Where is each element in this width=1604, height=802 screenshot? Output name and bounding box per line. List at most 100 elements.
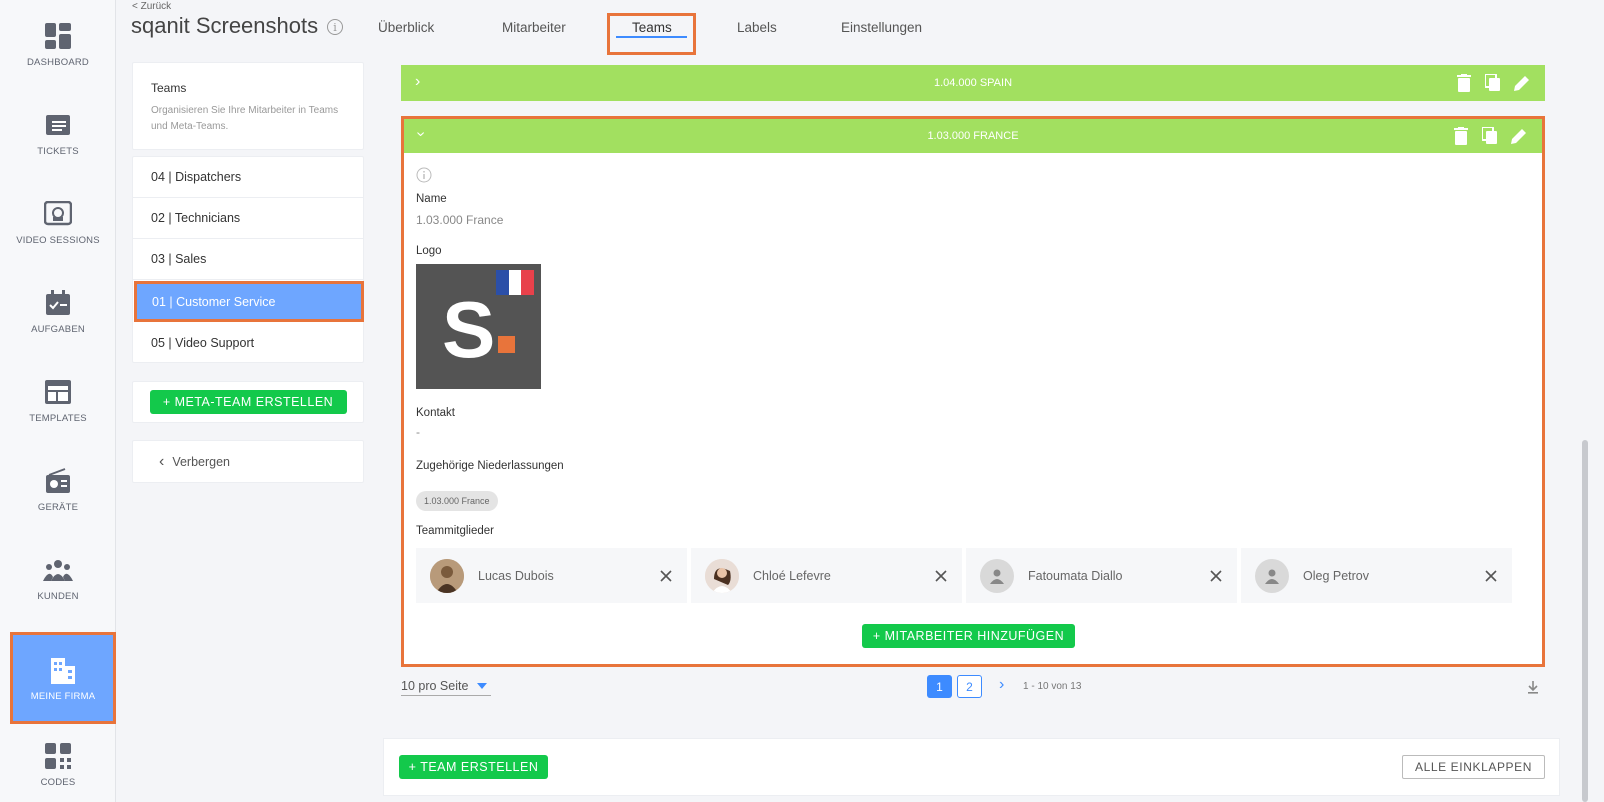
caret-down-icon (477, 683, 487, 689)
team-item-dispatchers[interactable]: 04 | Dispatchers (133, 157, 363, 198)
nav-label: DASHBOARD (27, 56, 89, 68)
members-label: Teammitglieder (416, 525, 494, 537)
expanded-team-france: › 1.03.000 FRANCE Name 1.03.000 France L… (401, 116, 1545, 667)
page-button-1[interactable]: 1 (927, 675, 952, 698)
chevron-right-icon[interactable]: › (999, 676, 1004, 694)
download-icon[interactable] (1526, 680, 1540, 694)
nav-label: MEINE FIRMA (30, 690, 96, 702)
member-card: Chloé Lefevre (691, 548, 962, 603)
tab-ueberblick[interactable]: Überblick (378, 20, 434, 35)
hide-label: Verbergen (172, 454, 231, 469)
logo-label: Logo (416, 245, 442, 257)
per-page-select[interactable]: 10 pro Seite (401, 679, 491, 696)
create-meta-team-button[interactable]: + META-TEAM ERSTELLEN (149, 390, 347, 414)
ticket-icon (43, 110, 73, 140)
member-name: Fatoumata Diallo (1028, 568, 1123, 583)
tab-mitarbeiter[interactable]: Mitarbeiter (502, 20, 566, 35)
member-name: Oleg Petrov (1303, 568, 1370, 583)
nav-label: VIDEO SESSIONS (16, 234, 100, 246)
qr-code-icon (43, 741, 73, 771)
people-icon (43, 555, 73, 585)
dashboard-icon (43, 21, 73, 51)
team-bar-title: 1.03.000 FRANCE (927, 130, 1019, 142)
nav-label: TICKETS (37, 145, 79, 157)
page-title: sqanit Screenshots (131, 13, 319, 38)
close-icon[interactable] (659, 569, 673, 583)
close-icon[interactable] (934, 569, 948, 583)
nav-item-codes[interactable]: CODES (0, 726, 116, 802)
nav-item-templates[interactable]: TEMPLATES (0, 356, 116, 444)
team-item-sales[interactable]: 03 | Sales (133, 239, 363, 280)
team-item-customer-service[interactable]: 01 | Customer Service (134, 281, 364, 322)
nav-item-tickets[interactable]: TICKETS (0, 89, 116, 177)
delete-icon[interactable] (1454, 127, 1470, 145)
nav-item-video-sessions[interactable]: VIDEO SESSIONS (0, 178, 116, 266)
close-icon[interactable] (1209, 569, 1223, 583)
avatar (430, 558, 464, 593)
edit-icon[interactable] (1510, 127, 1526, 145)
nav-label: TEMPLATES (29, 412, 87, 424)
branches-label: Zugehörige Niederlassungen (416, 460, 564, 472)
close-icon[interactable] (1484, 569, 1498, 583)
name-label: Name (416, 193, 447, 205)
nav-item-aufgaben[interactable]: AUFGABEN (0, 267, 116, 355)
tab-einstellungen[interactable]: Einstellungen (841, 20, 922, 35)
team-bar-spain[interactable]: › 1.04.000 SPAIN (401, 65, 1545, 101)
branch-chip: 1.03.000 France (416, 491, 498, 511)
tab-labels[interactable]: Labels (737, 20, 777, 35)
team-logo: S (416, 264, 541, 389)
tab-teams[interactable]: Teams (632, 20, 672, 35)
info-icon[interactable] (416, 167, 432, 188)
avatar-placeholder-icon (1255, 558, 1289, 593)
teams-info-card: Teams Organisieren Sie Ihre Mitarbeiter … (132, 62, 364, 150)
hide-sidebar-button[interactable]: ‹ Verbergen (132, 440, 364, 483)
tab-active-underline (616, 36, 687, 38)
contact-label: Kontakt (416, 407, 455, 419)
team-list: 04 | Dispatchers 02 | Technicians 03 | S… (132, 156, 364, 363)
calendar-check-icon (43, 288, 73, 318)
nav-label: KUNDEN (37, 590, 79, 602)
chevron-right-icon[interactable]: › (415, 73, 420, 91)
video-session-icon (43, 199, 73, 229)
nav-item-geraete[interactable]: GERÄTE (0, 445, 116, 533)
nav-item-meine-firma[interactable]: MEINE FIRMA (10, 632, 116, 724)
member-name: Lucas Dubois (478, 568, 554, 583)
footer-actions: + TEAM ERSTELLEN ALLE EINKLAPPEN (383, 738, 1560, 796)
logo-letter: S (442, 285, 496, 374)
nav-label: CODES (40, 776, 76, 788)
contact-value: - (416, 425, 420, 439)
teams-info-text: Organisieren Sie Ihre Mitarbeiter in Tea… (151, 105, 339, 132)
edit-icon[interactable] (1513, 74, 1529, 92)
france-flag-icon (496, 270, 535, 295)
info-icon[interactable]: i (327, 19, 343, 35)
page-button-2[interactable]: 2 (957, 675, 982, 698)
team-item-video-support[interactable]: 05 | Video Support (133, 322, 363, 363)
name-value: 1.03.000 France (416, 213, 504, 227)
member-card: Fatoumata Diallo (966, 548, 1237, 603)
copy-icon[interactable] (1481, 126, 1498, 145)
team-item-technicians[interactable]: 02 | Technicians (133, 198, 363, 239)
team-bar-title: 1.04.000 SPAIN (933, 77, 1013, 89)
add-member-button[interactable]: + MITARBEITER HINZUFÜGEN (862, 624, 1075, 648)
nav-item-kunden[interactable]: KUNDEN (0, 534, 116, 622)
avatar (705, 558, 739, 593)
nav-item-dashboard[interactable]: DASHBOARD (0, 0, 116, 88)
copy-icon[interactable] (1484, 73, 1501, 92)
team-bar-france[interactable]: › 1.03.000 FRANCE (404, 119, 1542, 153)
per-page-value: 10 pro Seite (401, 679, 469, 693)
building-icon (48, 655, 78, 685)
teams-info-title: Teams (151, 81, 187, 95)
member-card: Lucas Dubois (416, 548, 687, 603)
chevron-left-icon: ‹ (159, 452, 165, 470)
chevron-down-icon[interactable]: › (412, 131, 430, 136)
scrollbar[interactable] (1582, 440, 1588, 802)
nav-label: AUFGABEN (31, 323, 85, 335)
back-link[interactable]: < Zurück (132, 1, 171, 12)
avatar-placeholder-icon (980, 558, 1014, 593)
collapse-all-button[interactable]: ALLE EINKLAPPEN (1402, 755, 1545, 779)
page-range: 1 - 10 von 13 (1023, 681, 1082, 692)
left-navigation: DASHBOARD TICKETS VIDEO SESSIONS AUFGABE… (0, 0, 116, 802)
template-icon (43, 377, 73, 407)
create-team-button[interactable]: + TEAM ERSTELLEN (399, 755, 548, 779)
delete-icon[interactable] (1457, 74, 1473, 92)
